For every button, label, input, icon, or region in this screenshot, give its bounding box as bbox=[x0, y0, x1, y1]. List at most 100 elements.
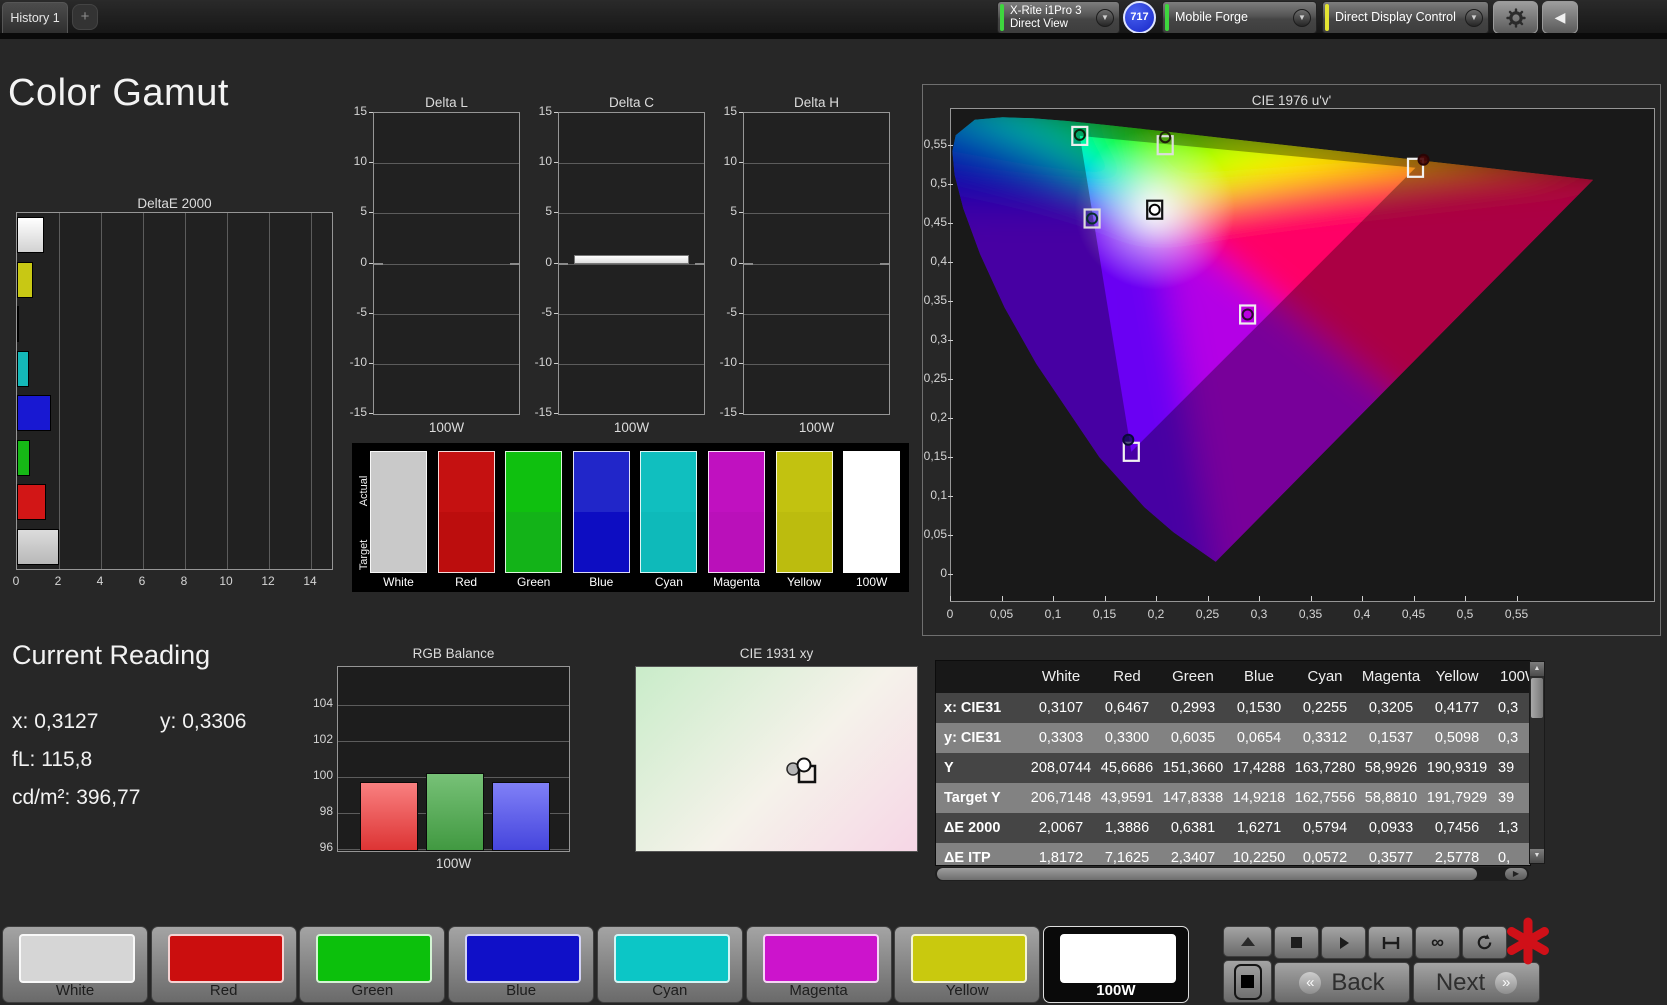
chevron-down-icon[interactable]: ▼ bbox=[1096, 9, 1114, 27]
pattern-button-white[interactable]: White bbox=[2, 926, 148, 1003]
display-status-stripe bbox=[1325, 4, 1329, 31]
tab-history-1[interactable]: History 1 bbox=[2, 2, 68, 33]
y-tick: -15 bbox=[534, 405, 552, 419]
scroll-thumb[interactable] bbox=[1531, 678, 1543, 718]
pattern-swatch bbox=[19, 934, 135, 983]
y-tick: 0,15 bbox=[923, 449, 947, 463]
tick-mark bbox=[1104, 596, 1106, 601]
gridline bbox=[374, 213, 519, 215]
triangle-up-icon bbox=[1240, 937, 1255, 946]
scroll-down-icon[interactable]: ▼ bbox=[1530, 849, 1544, 863]
delta-chart-xlabel: 100W bbox=[613, 420, 650, 435]
table-row-label: ΔE 2000 bbox=[944, 820, 1001, 836]
x-tick: 0,55 bbox=[1504, 607, 1529, 621]
y-tick: 15 bbox=[723, 104, 737, 118]
swatch-label: White bbox=[383, 575, 414, 589]
y-tick: -5 bbox=[726, 304, 737, 319]
y-tick: 5 bbox=[730, 204, 737, 219]
chevron-down-icon[interactable]: ▼ bbox=[1465, 9, 1483, 27]
pattern-label: Magenta bbox=[789, 982, 848, 999]
meter-name: X-Rite i1Pro 3 bbox=[1010, 5, 1082, 17]
x-tick: 10 bbox=[219, 574, 233, 588]
deltae-chart bbox=[16, 212, 333, 570]
meter-dropdown[interactable]: X-Rite i1Pro 3 Direct View ▼ bbox=[997, 1, 1120, 34]
actual-swatch-100w bbox=[843, 451, 901, 512]
table-cell: 1,3 bbox=[1498, 820, 1519, 836]
y-tick: 0,35 bbox=[923, 293, 947, 307]
stop-button[interactable] bbox=[1274, 926, 1319, 959]
table-row: ΔE ITP 1,8172 7,1625 2,3407 10,2250 0,0572 0,3… bbox=[936, 843, 1530, 865]
measuring-indicator[interactable] bbox=[1506, 916, 1550, 971]
table-row: x: CIE31 0,3107 0,6467 0,2993 0,1530 0,2255 0,… bbox=[936, 693, 1530, 723]
y-tick: 104 bbox=[312, 696, 333, 710]
pattern-button-green[interactable]: Green bbox=[299, 926, 446, 1003]
table-cell: 45,6686 bbox=[1100, 760, 1154, 776]
tick-mark bbox=[948, 535, 953, 536]
table-cell: 191,7929 bbox=[1426, 790, 1488, 806]
tick-mark bbox=[369, 212, 373, 214]
gridline bbox=[559, 213, 704, 215]
pattern-button-100w[interactable]: 100W bbox=[1042, 926, 1189, 1003]
pattern-label: Blue bbox=[506, 982, 537, 999]
zero-notch bbox=[510, 262, 519, 265]
x-tick: 6 bbox=[138, 574, 146, 588]
tick-mark bbox=[948, 496, 953, 497]
add-tab-button[interactable]: + bbox=[72, 4, 98, 30]
tick-mark bbox=[739, 162, 743, 164]
table-horizontal-scrollbar[interactable]: ▶ bbox=[935, 867, 1529, 881]
y-tick: -10 bbox=[534, 354, 552, 369]
table-cell: 43,9591 bbox=[1100, 790, 1154, 806]
gridline bbox=[744, 313, 889, 315]
next-label: Next bbox=[1435, 968, 1486, 996]
scroll-thumb[interactable] bbox=[937, 868, 1477, 880]
back-button[interactable]: « Back bbox=[1274, 962, 1410, 1003]
play-button[interactable] bbox=[1321, 926, 1366, 959]
back-label: Back bbox=[1331, 968, 1385, 996]
step-range-button[interactable] bbox=[1368, 926, 1413, 959]
table-cell: 0,5794 bbox=[1302, 820, 1348, 836]
loop-button[interactable] bbox=[1462, 926, 1507, 959]
source-dropdown[interactable]: Mobile Forge ▼ bbox=[1162, 1, 1317, 34]
table-cell: 39 bbox=[1498, 790, 1515, 806]
pattern-window-button[interactable] bbox=[1223, 960, 1272, 1003]
swatch-label: 100W bbox=[856, 575, 888, 589]
gridline bbox=[374, 313, 519, 315]
deltae-bar-red bbox=[17, 484, 47, 520]
table-header-cell: 100W bbox=[1500, 668, 1530, 685]
table-cell: 0,6467 bbox=[1104, 700, 1150, 716]
rgb-bar-green bbox=[426, 773, 484, 851]
pattern-button-magenta[interactable]: Magenta bbox=[745, 926, 892, 1003]
chevron-down-icon[interactable]: ▼ bbox=[1293, 9, 1311, 27]
play-icon bbox=[1339, 936, 1349, 949]
table-cell: 151,3660 bbox=[1162, 760, 1224, 776]
gridline bbox=[311, 213, 312, 569]
pattern-button-red[interactable]: Red bbox=[150, 926, 297, 1003]
continuous-button[interactable]: ∞ bbox=[1415, 926, 1460, 959]
x-tick: 4 bbox=[96, 574, 104, 588]
settings-button[interactable] bbox=[1493, 1, 1538, 34]
table-vertical-scrollbar[interactable]: ▲ ▼ bbox=[1529, 661, 1545, 864]
tick-mark bbox=[948, 223, 953, 224]
gridline bbox=[374, 163, 519, 165]
display-control-dropdown[interactable]: Direct Display Control ▼ bbox=[1322, 1, 1489, 34]
gridline bbox=[269, 213, 270, 569]
gridline bbox=[744, 213, 889, 215]
scroll-right-icon[interactable]: ▶ bbox=[1505, 868, 1527, 880]
scroll-up-icon[interactable]: ▲ bbox=[1530, 662, 1544, 676]
tick-mark bbox=[1362, 596, 1363, 601]
chevron-right-icon: » bbox=[1495, 971, 1518, 994]
actual-swatch-blue bbox=[572, 451, 630, 512]
pattern-button-cyan[interactable]: Cyan bbox=[596, 926, 743, 1003]
target-swatch-yellow bbox=[775, 512, 833, 573]
tick-mark bbox=[554, 262, 558, 264]
table-header-cell: Cyan bbox=[1307, 668, 1343, 685]
pattern-button-yellow[interactable]: Yellow bbox=[894, 926, 1041, 1003]
zero-notch bbox=[880, 262, 889, 265]
swatch-label: Blue bbox=[589, 575, 614, 589]
collapse-up-button[interactable] bbox=[1223, 926, 1272, 957]
pattern-button-blue[interactable]: Blue bbox=[448, 926, 595, 1003]
reading-fl-value: 115,8 bbox=[41, 748, 93, 771]
collapse-panel-button[interactable]: ◀ bbox=[1542, 1, 1578, 34]
table-cell: 0,2255 bbox=[1302, 700, 1348, 716]
y-tick: -15 bbox=[349, 405, 367, 419]
